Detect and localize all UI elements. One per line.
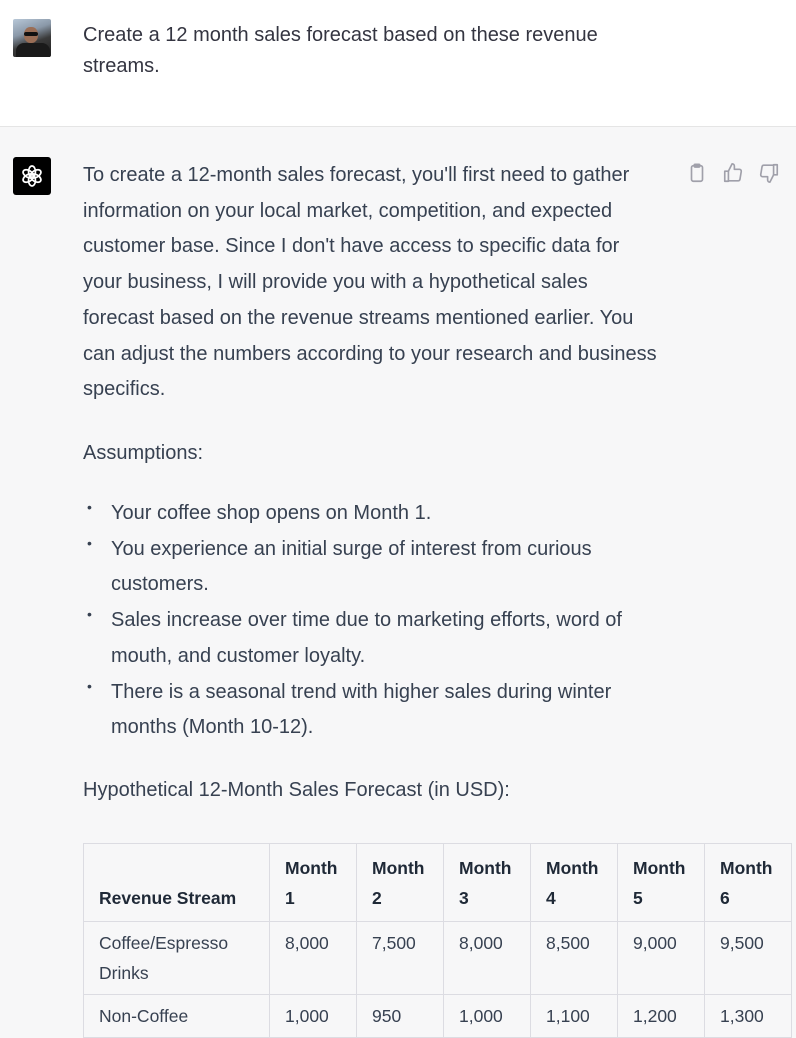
column-header: Month 2 — [356, 843, 444, 922]
assumptions-heading: Assumptions: — [83, 442, 204, 464]
table-cell: 7,500 — [356, 921, 444, 995]
table-title: Hypothetical 12-Month Sales Forecast (in… — [83, 779, 510, 801]
assumption-item: There is a seasonal trend with higher sa… — [83, 668, 673, 746]
forecast-table: Revenue Stream Month 1 Month 2 Month 3 M… — [83, 843, 792, 1038]
message-actions — [686, 162, 780, 184]
thumbs-up-button[interactable] — [722, 162, 744, 184]
user-avatar — [13, 19, 51, 57]
table-cell: 1,200 — [617, 994, 705, 1038]
table-cell: 8,000 — [443, 921, 531, 995]
table-cell: 1,000 — [269, 994, 357, 1038]
thumbs-down-button[interactable] — [758, 162, 780, 184]
assistant-intro: To create a 12-month sales forecast, you… — [83, 158, 663, 408]
forecast-table-wrapper[interactable]: Revenue Stream Month 1 Month 2 Month 3 M… — [83, 843, 796, 1038]
column-header: Month 4 — [530, 843, 618, 922]
column-header: Month 6 — [704, 843, 792, 922]
table-cell: Non-Coffee — [83, 994, 270, 1038]
table-cell: 1,100 — [530, 994, 618, 1038]
table-cell: 9,000 — [617, 921, 705, 995]
thumbs-up-icon — [723, 163, 743, 183]
table-cell: 9,500 — [704, 921, 792, 995]
table-cell: 1,000 — [443, 994, 531, 1038]
table-header-row: Revenue Stream Month 1 Month 2 Month 3 M… — [83, 843, 792, 922]
copy-button[interactable] — [686, 162, 708, 184]
openai-logo-icon — [13, 157, 51, 195]
assumption-item: You experience an initial surge of inter… — [83, 526, 673, 603]
assumptions-list: Your coffee shop opens on Month 1. You e… — [83, 490, 673, 746]
column-header: Month 3 — [443, 843, 531, 922]
table-row: Non-Coffee 1,000 950 1,000 1,100 1,200 1… — [83, 994, 792, 1038]
table-row: Coffee/Espresso Drinks 8,000 7,500 8,000… — [83, 921, 792, 995]
table-cell: Coffee/Espresso Drinks — [83, 921, 270, 995]
thumbs-down-icon — [759, 163, 779, 183]
column-header: Revenue Stream — [83, 843, 270, 922]
column-header: Month 5 — [617, 843, 705, 922]
intro-paragraph: To create a 12-month sales forecast, you… — [83, 164, 657, 401]
column-header: Month 1 — [269, 843, 357, 922]
table-cell: 8,500 — [530, 921, 618, 995]
user-message: Create a 12 month sales forecast based o… — [0, 0, 796, 127]
table-cell: 950 — [356, 994, 444, 1038]
clipboard-icon — [690, 163, 704, 183]
assumption-item: Sales increase over time due to marketin… — [83, 597, 673, 674]
table-cell: 8,000 — [269, 921, 357, 995]
table-cell: 1,300 — [704, 994, 792, 1038]
assumption-item: Your coffee shop opens on Month 1. — [83, 490, 673, 532]
user-message-text: Create a 12 month sales forecast based o… — [83, 24, 598, 77]
